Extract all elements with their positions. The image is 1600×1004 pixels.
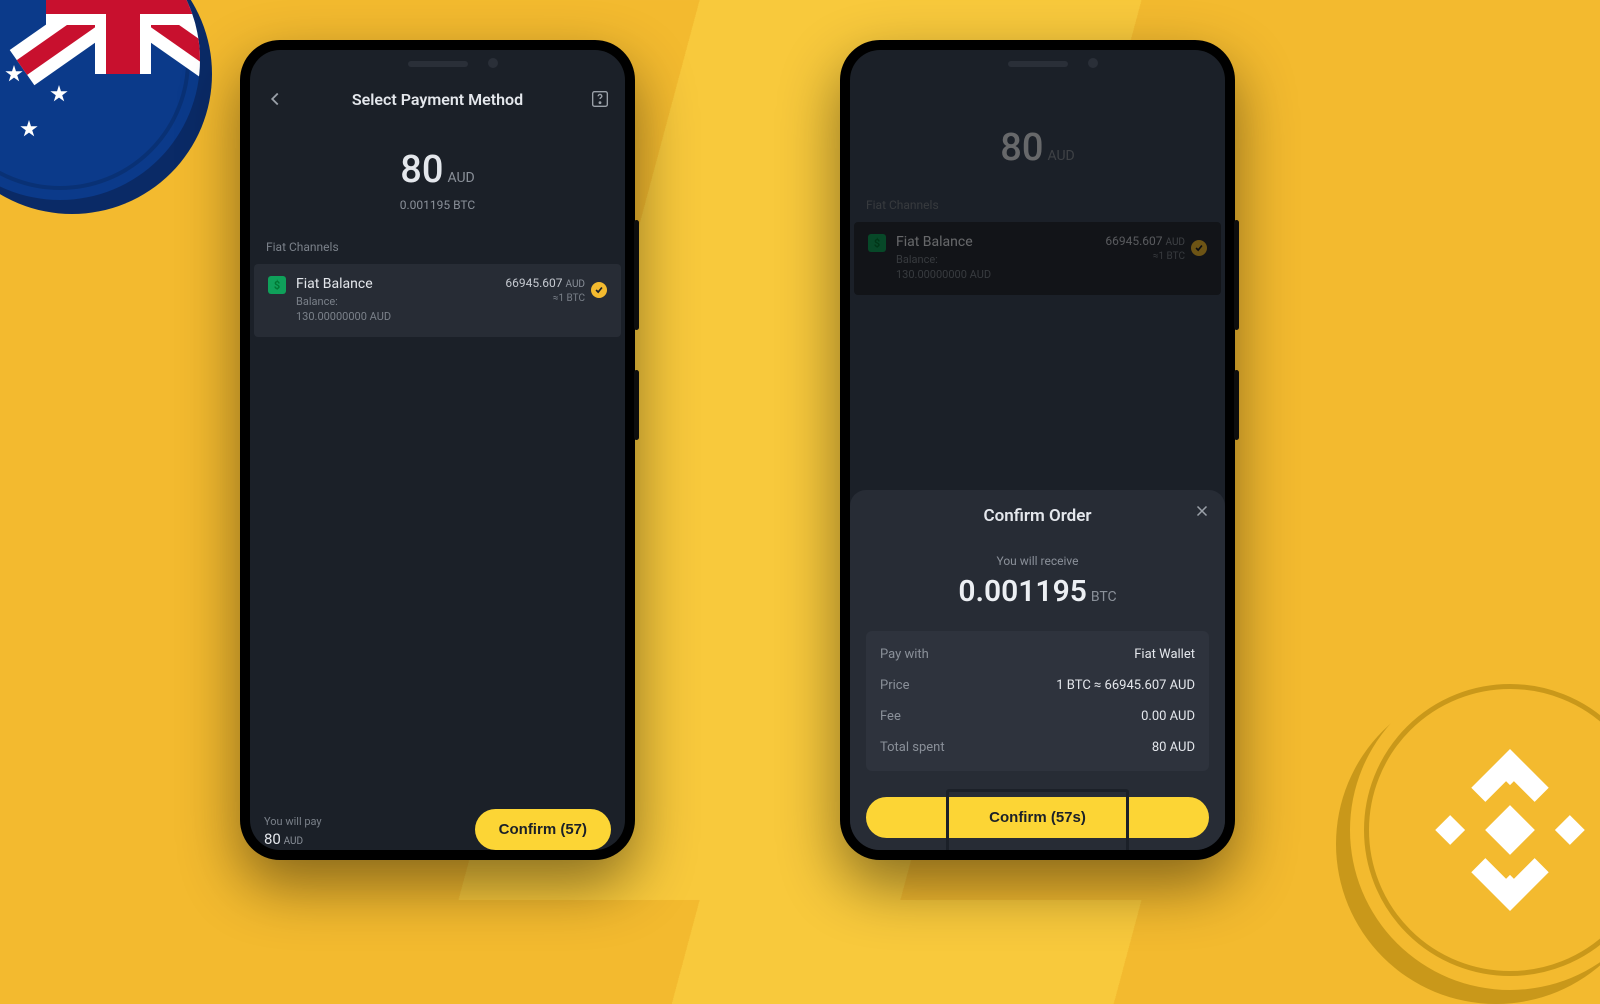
footer-pay-amount: 80 [264, 830, 281, 848]
order-summary: Pay withFiat Wallet Price1 BTC ≈ 66945.6… [866, 631, 1209, 771]
footer-pay-label: You will pay [264, 814, 322, 829]
section-label: Fiat Channels [850, 176, 1225, 222]
au-flag-coin [0, 0, 200, 200]
help-icon[interactable] [589, 88, 611, 110]
check-icon [1191, 240, 1207, 256]
channel-balance-label: Balance: [296, 295, 338, 308]
channel-per: ≈1 BTC [505, 292, 585, 305]
page-title: Select Payment Method [286, 90, 589, 109]
receive-amount: 0.001195 [958, 574, 1087, 609]
amount-value: 80 [400, 148, 443, 192]
confirm-button[interactable]: Confirm (57s) [866, 797, 1209, 838]
channel-name: Fiat Balance [896, 234, 1095, 250]
channel-name: Fiat Balance [296, 276, 495, 292]
close-icon[interactable] [1193, 502, 1211, 520]
amount-currency: AUD [447, 170, 474, 186]
phone-right: 80AUD Fiat Channels $ Fiat Balance Balan… [840, 40, 1235, 860]
fiat-balance-channel[interactable]: $ Fiat Balance Balance: 130.00000000 AUD… [254, 264, 621, 337]
receive-label: You will receive [866, 554, 1209, 568]
amount-value: 80 [1000, 126, 1043, 170]
phone-left: Select Payment Method 80AUD 0.001195 BTC… [240, 40, 635, 860]
cash-icon: $ [268, 276, 286, 294]
section-label: Fiat Channels [250, 218, 625, 264]
receive-unit: BTC [1091, 589, 1117, 605]
check-icon [591, 282, 607, 298]
channel-rate: 66945.607 [505, 276, 562, 290]
amount-display: 80AUD 0.001195 BTC [250, 120, 625, 218]
amount-sub: 0.001195 BTC [250, 198, 625, 212]
sheet-title: Confirm Order [866, 506, 1209, 526]
confirm-button[interactable]: Confirm (57) [475, 809, 611, 850]
amount-currency: AUD [1047, 148, 1074, 164]
confirm-order-sheet: Confirm Order You will receive 0.001195B… [850, 490, 1225, 850]
cash-icon: $ [868, 234, 886, 252]
channel-rate-cur: AUD [566, 279, 586, 290]
channel-balance-value: 130.00000000 AUD [296, 310, 391, 323]
binance-coin [1350, 670, 1600, 990]
footer-pay-currency: AUD [284, 836, 304, 847]
fiat-balance-channel: $ Fiat Balance Balance: 130.00000000 AUD… [854, 222, 1221, 295]
amount-display: 80AUD [850, 98, 1225, 176]
back-icon[interactable] [264, 88, 286, 110]
